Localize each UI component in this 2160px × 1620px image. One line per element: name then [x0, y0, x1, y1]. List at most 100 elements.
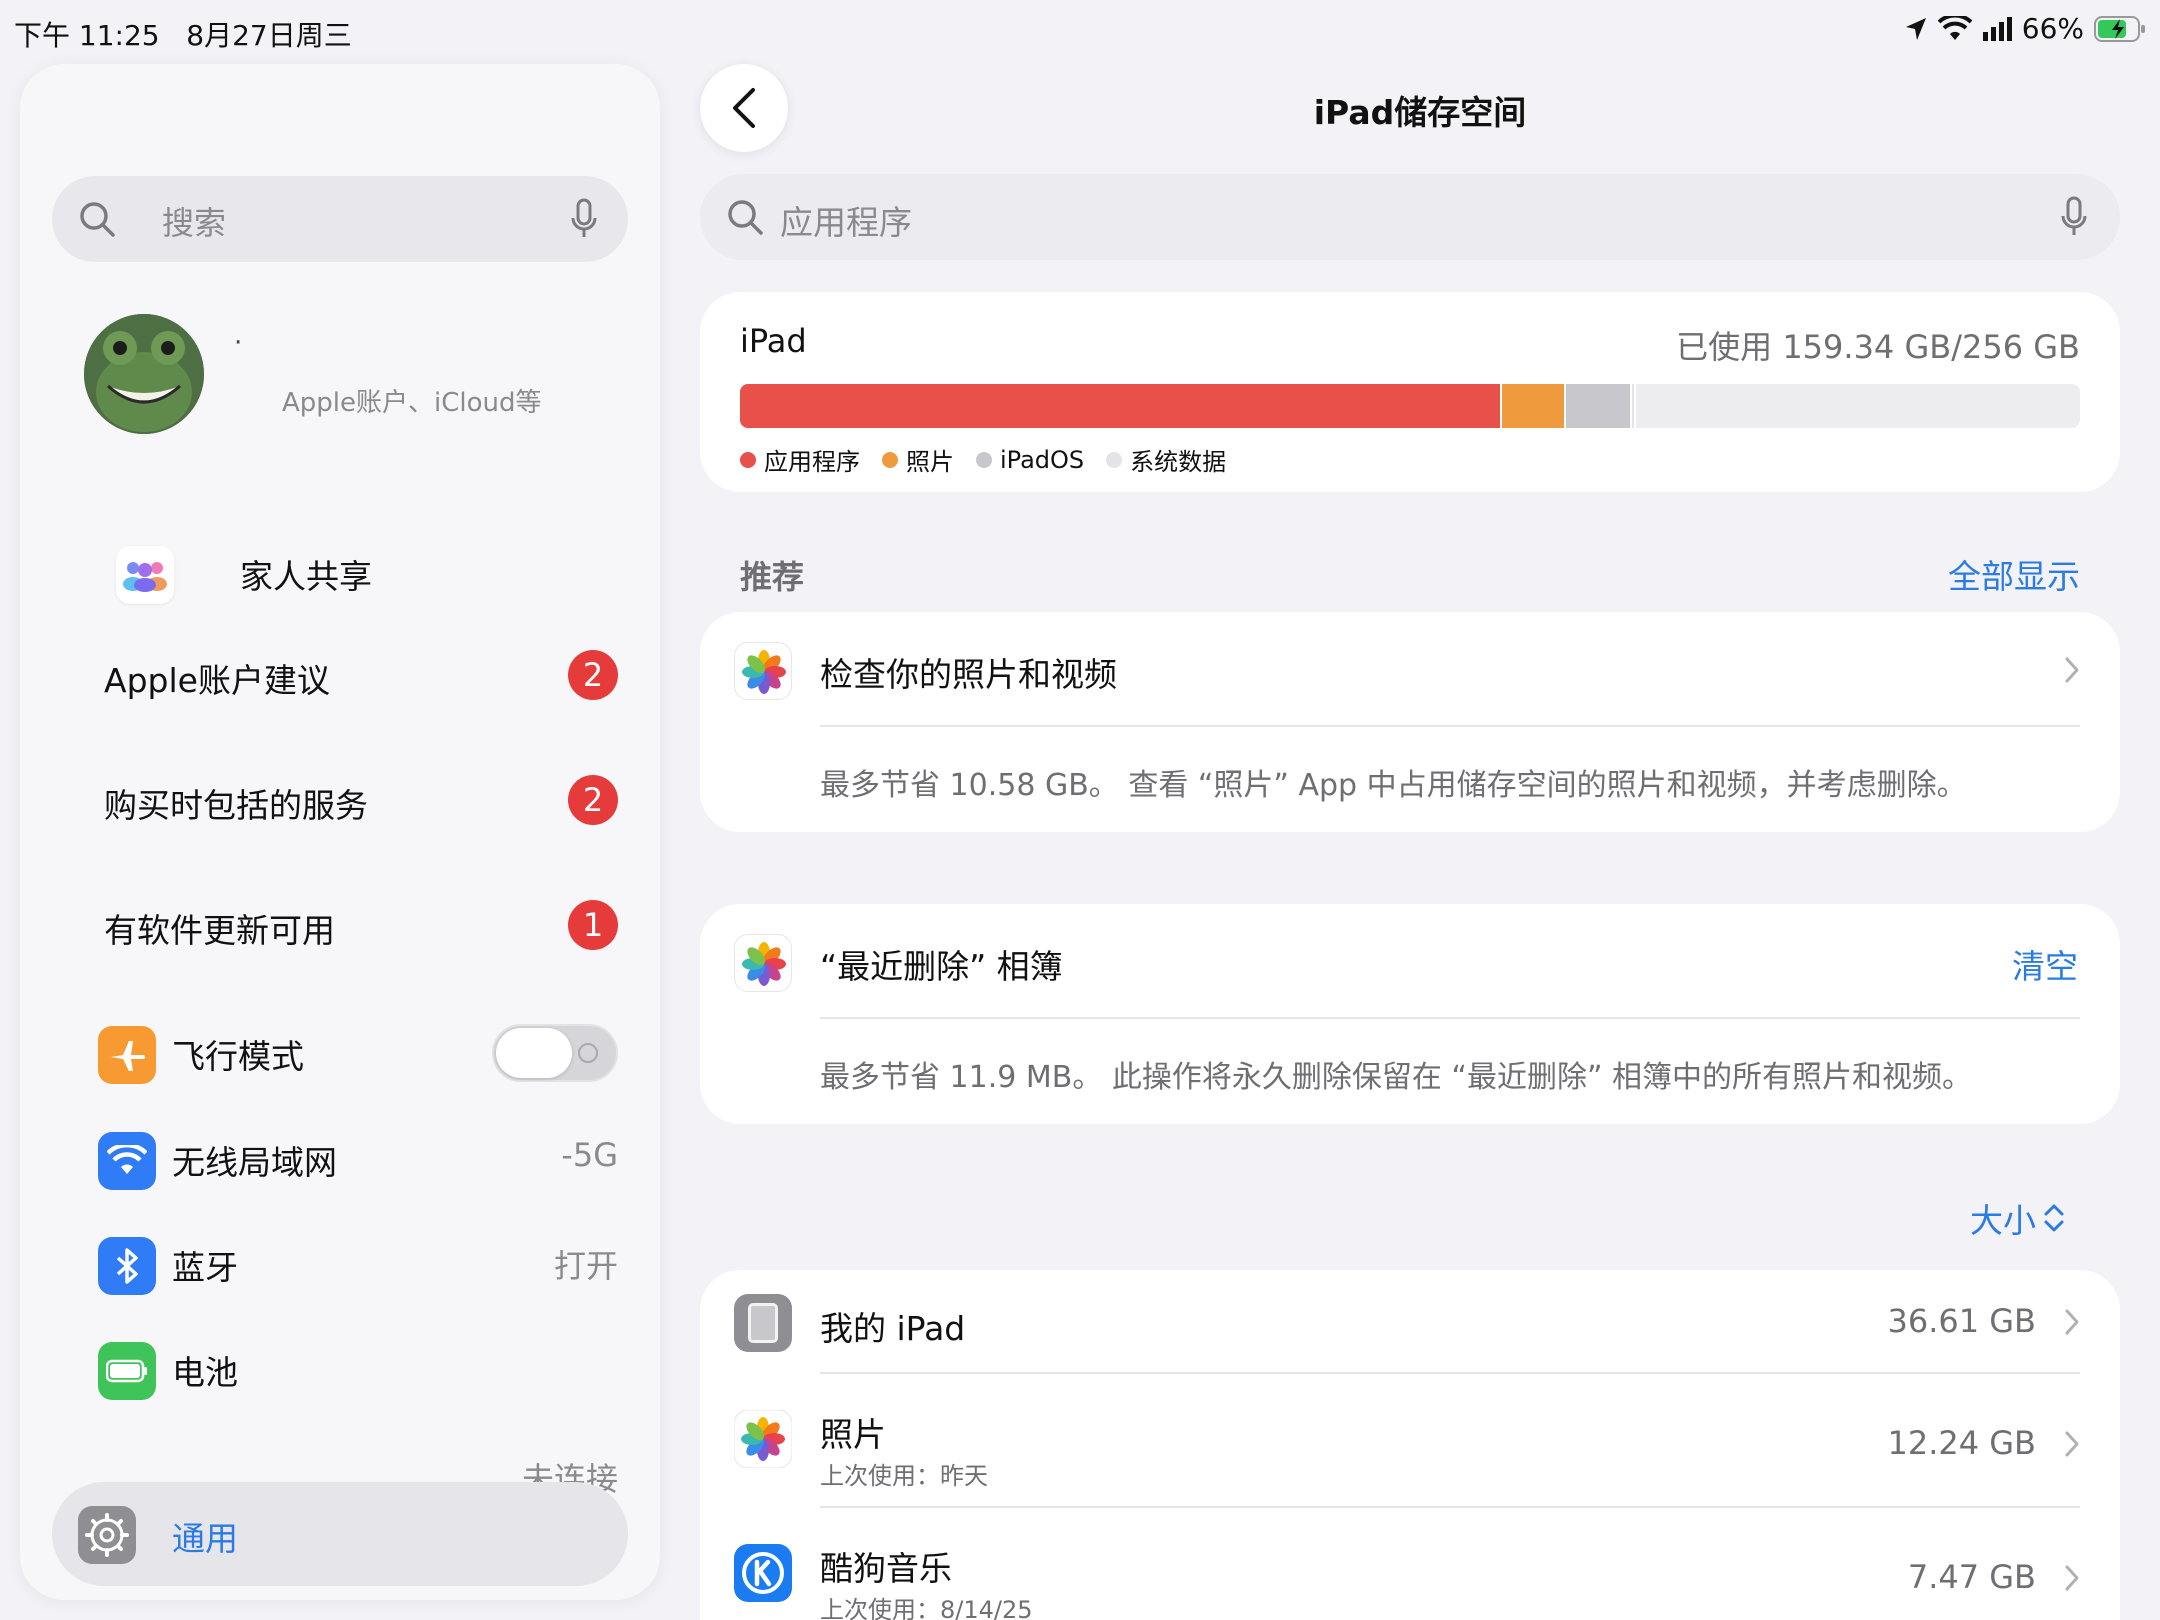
microphone-icon[interactable]	[570, 198, 598, 240]
cellular-signal-icon	[1982, 16, 2012, 41]
toggle-knob	[496, 1028, 572, 1078]
sidebar-item-account-suggestions[interactable]: Apple账户建议 2	[84, 636, 624, 716]
sort-button[interactable]: 大小	[1970, 1194, 2066, 1242]
app-size: 12.24 GB	[1887, 1424, 2036, 1462]
legend-label: 照片	[906, 448, 954, 476]
legend-item: 照片	[882, 442, 954, 477]
software-update-badge: 1	[568, 900, 618, 950]
sidebar-item-wifi[interactable]: 无线局域网 -5G	[84, 1118, 624, 1198]
recommended-section-label: 推荐	[740, 558, 805, 596]
storage-segment-1	[1502, 384, 1566, 428]
empty-album-button[interactable]: 清空	[2012, 940, 2078, 988]
kugou-music-icon	[734, 1544, 792, 1602]
app-size: 36.61 GB	[1887, 1302, 2036, 1340]
location-icon	[1905, 17, 1926, 40]
app-last-used: 上次使用：8/14/25	[820, 1596, 1033, 1620]
divider	[820, 1017, 2080, 1019]
back-button[interactable]	[700, 64, 788, 152]
chevron-right-icon	[2065, 657, 2079, 683]
status-indicators: 66%	[1904, 12, 2146, 45]
wifi-value: -5G	[561, 1136, 618, 1174]
legend-dot	[740, 451, 756, 468]
photos-app-icon	[734, 934, 792, 992]
legend-label: iPadOS	[1000, 445, 1085, 474]
avatar[interactable]	[84, 314, 204, 434]
recommendation-description: 最多节省 11.9 MB。 此操作将永久删除保留在 “最近删除” 相簿中的所有照…	[820, 1060, 1973, 1095]
recommendation-description: 最多节省 10.58 GB。 查看 “照片” App 中占用储存空间的照片和视频…	[820, 768, 1967, 803]
battery-percent: 66%	[2021, 12, 2084, 45]
legend-item: iPadOS	[976, 442, 1084, 477]
divider	[820, 725, 2080, 727]
sidebar-search-placeholder: 搜索	[162, 204, 227, 242]
sort-label: 大小	[1970, 1201, 2036, 1240]
bluetooth-icon	[98, 1237, 156, 1295]
chevron-right-icon	[2065, 1565, 2079, 1591]
storage-segment-3	[1632, 384, 1636, 428]
chevron-left-icon	[733, 88, 755, 128]
sidebar-item-battery[interactable]: 电池	[84, 1328, 624, 1408]
app-name: 酷狗音乐	[820, 1549, 952, 1588]
family-sharing-icon	[116, 546, 174, 604]
sidebar: 搜索 · Apple账户、iCloud等 家人共享 Apple账户建议 2 购买…	[20, 64, 660, 1600]
sidebar-item-purchased-services[interactable]: 购买时包括的服务 2	[84, 761, 624, 841]
storage-segment-2	[1566, 384, 1632, 428]
sidebar-item-software-update[interactable]: 有软件更新可用 1	[84, 886, 624, 966]
app-last-used: 上次使用：昨天	[820, 1462, 988, 1490]
legend-dot	[976, 451, 992, 468]
sidebar-item-bluetooth[interactable]: 蓝牙 打开	[84, 1223, 624, 1303]
apps-search-placeholder: 应用程序	[780, 203, 912, 242]
app-name: 照片	[820, 1415, 886, 1454]
status-time: 下午 11:25 8月27日周三	[14, 14, 352, 54]
app-name: 我的 iPad	[820, 1309, 966, 1348]
account-suggestions-badge: 2	[568, 650, 618, 700]
microphone-icon[interactable]	[2060, 196, 2088, 238]
recommendation-review-photos[interactable]: 检查你的照片和视频 最多节省 10.58 GB。 查看 “照片” App 中占用…	[700, 612, 2120, 832]
wifi-label: 无线局域网	[172, 1143, 337, 1182]
storage-summary-card: iPad 已使用 159.34 GB/256 GB 应用程序 照片 iPadOS 系统…	[700, 292, 2120, 492]
recommendation-title: “最近删除” 相簿	[820, 947, 1063, 986]
storage-usage-bar	[740, 384, 2080, 428]
app-size: 7.47 GB	[1907, 1558, 2036, 1596]
chevron-up-down-icon	[2044, 1204, 2064, 1232]
battery-charging-icon	[2094, 15, 2145, 42]
wifi-setting-icon	[98, 1132, 156, 1190]
chevron-right-icon	[2065, 1309, 2079, 1335]
purchased-services-label: 购买时包括的服务	[104, 786, 368, 825]
legend-item: 系统数据	[1106, 442, 1226, 477]
status-bar: 下午 11:25 8月27日周三 66%	[0, 0, 2160, 64]
airplane-mode-toggle[interactable]	[492, 1024, 618, 1082]
show-all-link[interactable]: 全部显示	[1948, 550, 2080, 598]
battery-label: 电池	[172, 1353, 238, 1392]
legend-dot	[1106, 451, 1123, 468]
airplane-icon	[98, 1026, 156, 1084]
airplane-mode-label: 飞行模式	[172, 1037, 304, 1076]
search-icon	[80, 202, 115, 237]
legend-label: 应用程序	[764, 448, 860, 476]
bluetooth-value: 打开	[553, 1247, 618, 1285]
page-title: iPad储存空间	[1313, 93, 1527, 132]
storage-segment-0	[740, 384, 1502, 428]
purchased-services-badge: 2	[568, 775, 618, 825]
apps-search-bar[interactable]: 应用程序	[700, 174, 2120, 260]
sidebar-item-airplane-mode[interactable]: 飞行模式	[84, 1012, 624, 1092]
sidebar-item-general[interactable]: 通用	[52, 1482, 628, 1586]
profile-row[interactable]: · Apple账户、iCloud等	[84, 314, 624, 444]
legend-dot	[882, 451, 898, 468]
recommendation-recently-deleted: “最近删除” 相簿 清空 最多节省 11.9 MB。 此操作将永久删除保留在 “…	[700, 904, 2120, 1124]
sidebar-item-family-sharing[interactable]: 家人共享	[84, 532, 624, 612]
profile-name: ·	[234, 328, 243, 358]
sidebar-search-bar[interactable]: 搜索	[52, 176, 628, 262]
list-item[interactable]: 照片 上次使用：昨天 12.24 GB	[700, 1374, 2120, 1506]
profile-subtitle: Apple账户、iCloud等	[282, 388, 542, 418]
storage-used-text: 已使用 159.34 GB/256 GB	[1676, 328, 2080, 366]
bluetooth-label: 蓝牙	[172, 1248, 238, 1287]
list-item[interactable]: 酷狗音乐 上次使用：8/14/25 7.47 GB	[700, 1508, 2120, 1620]
search-icon	[728, 200, 763, 235]
device-name: iPad	[740, 322, 807, 360]
gear-icon	[78, 1506, 136, 1564]
status-date-text: 8月27日周三	[186, 19, 352, 52]
storage-legend: 应用程序 照片 iPadOS 系统数据	[740, 442, 1226, 477]
legend-label: 系统数据	[1130, 448, 1227, 476]
wifi-icon	[1937, 15, 1972, 40]
chevron-right-icon	[2065, 1431, 2079, 1457]
